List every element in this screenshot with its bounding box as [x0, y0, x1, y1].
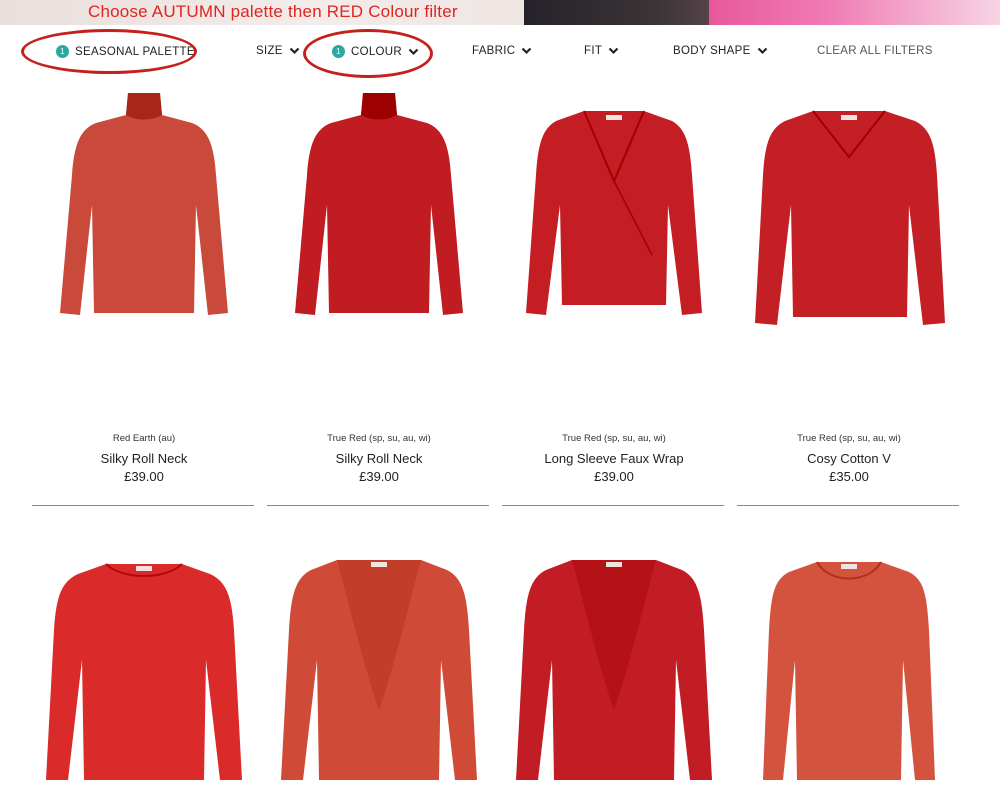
product-colour-name: True Red (sp, su, au, wi): [562, 433, 666, 444]
product-price: £39.00: [359, 469, 399, 484]
banner-photo-model: [524, 0, 709, 25]
clear-all-filters-link[interactable]: CLEAR ALL FILTERS: [817, 45, 933, 57]
product-price: £39.00: [594, 469, 634, 484]
product-image[interactable]: [502, 540, 726, 785]
active-count-badge: 1: [332, 45, 345, 58]
garment-illustration: [281, 560, 477, 780]
row-divider: [32, 505, 254, 506]
garment-illustration: [755, 110, 945, 325]
product-image[interactable]: [267, 85, 491, 330]
garment-illustration: [516, 560, 712, 780]
filter-seasonal-palette[interactable]: 1 SEASONAL PALETTE: [56, 45, 195, 58]
filter-bar: 1 SEASONAL PALETTE SIZE 1 COLOUR FABRIC …: [0, 25, 1000, 80]
filter-label: SEASONAL PALETTE: [75, 45, 195, 58]
filter-label: FABRIC: [472, 45, 516, 57]
filter-label: COLOUR: [351, 45, 403, 58]
product-image[interactable]: [267, 540, 491, 785]
product-image[interactable]: [737, 85, 961, 330]
filter-fit[interactable]: FIT: [584, 45, 619, 57]
chevron-down-icon: [757, 47, 767, 55]
active-count-badge: 1: [56, 45, 69, 58]
product-info: True Red (sp, su, au, wi) Silky Roll Neck…: [267, 433, 491, 485]
instruction-text: Choose AUTUMN palette then RED Colour fi…: [88, 2, 458, 21]
product-image[interactable]: [32, 540, 256, 785]
row-divider: [267, 505, 489, 506]
filter-label: SIZE: [256, 45, 283, 57]
filter-colour[interactable]: 1 COLOUR: [332, 45, 419, 58]
filter-size[interactable]: SIZE: [256, 45, 300, 57]
promo-banner: Choose AUTUMN palette then RED Colour fi…: [0, 0, 1000, 25]
product-image[interactable]: [502, 85, 726, 330]
product-info: Red Earth (au) Silky Roll Neck £39.00: [32, 433, 256, 485]
product-price: £35.00: [829, 469, 869, 484]
product-name[interactable]: Silky Roll Neck: [267, 450, 491, 467]
product-price: £39.00: [124, 469, 164, 484]
chevron-down-icon: [289, 47, 300, 55]
product-colour-name: Red Earth (au): [112, 433, 176, 444]
chevron-down-icon: [608, 47, 619, 55]
filter-label: BODY SHAPE: [673, 45, 751, 57]
product-info: True Red (sp, su, au, wi) Long Sleeve Fau…: [502, 433, 726, 485]
garment-illustration: [295, 93, 463, 315]
garment-illustration: [60, 93, 228, 315]
filter-fabric[interactable]: FABRIC: [472, 45, 532, 57]
chevron-down-icon: [408, 48, 419, 55]
product-image[interactable]: [737, 540, 961, 785]
product-name[interactable]: Cosy Cotton V: [737, 450, 961, 467]
filter-body-shape[interactable]: BODY SHAPE: [673, 45, 768, 57]
product-colour-name: True Red (sp, su, au, wi): [327, 433, 431, 444]
product-image[interactable]: [32, 85, 256, 330]
filter-label: FIT: [584, 45, 603, 57]
chevron-down-icon: [522, 47, 532, 55]
banner-photo-pink: [709, 0, 1000, 25]
product-colour-name: True Red (sp, su, au, wi): [797, 433, 901, 444]
product-name[interactable]: Long Sleeve Faux Wrap: [502, 450, 726, 467]
garment-illustration: [763, 561, 935, 780]
garment-illustration: [526, 110, 702, 315]
garment-illustration: [46, 563, 242, 780]
row-divider: [502, 505, 724, 506]
row-divider: [737, 505, 959, 506]
product-info: True Red (sp, su, au, wi) Cosy Cotton V £3…: [737, 433, 961, 485]
product-name[interactable]: Silky Roll Neck: [32, 450, 256, 467]
